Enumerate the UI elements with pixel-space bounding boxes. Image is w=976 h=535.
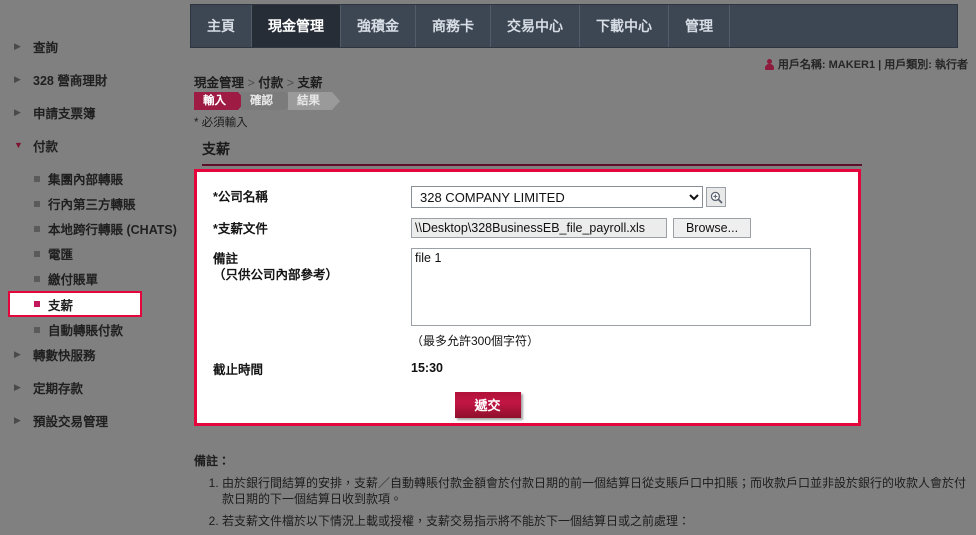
- user-info-text: 用戶名稱: MAKER1 | 用戶類別: 執行者: [777, 59, 968, 71]
- sidebar-item-bill-payment[interactable]: 繳付賬單: [0, 266, 190, 291]
- submit-row: 遞交: [197, 392, 858, 418]
- bullet-icon: [34, 250, 40, 257]
- company-lookup-button[interactable]: [706, 187, 726, 207]
- sidebar-item-label: 查詢: [33, 41, 59, 55]
- sidebar-item-label: 轉數快服務: [33, 349, 96, 363]
- sidebar-item-payment[interactable]: ▼ 付款: [0, 133, 190, 158]
- sidebar-item-intragroup-transfer[interactable]: 集團內部轉賬: [0, 166, 190, 191]
- tab-admin[interactable]: 管理: [669, 5, 730, 47]
- remark-label: 備註 （只供公司內部參考）: [213, 248, 411, 283]
- sidebar-item-label: 328 營商理財: [33, 74, 108, 88]
- bullet-icon: [34, 175, 40, 182]
- sidebar-item-label: 本地跨行轉賬 (CHATS): [48, 223, 177, 237]
- tab-transaction-centre[interactable]: 交易中心: [491, 5, 580, 47]
- footer-note-item: 若支薪文件檔於以下情況上載或授權，支薪交易指示將不能於下一個結算日或之前處理：: [222, 513, 972, 529]
- breadcrumb-separator: >: [283, 76, 298, 90]
- breadcrumb: 現金管理 > 付款 > 支薪: [194, 72, 323, 91]
- sidebar-item-apply-chequebook[interactable]: ▶ 申請支票簿: [0, 100, 190, 125]
- remark-label-sub: （只供公司內部參考）: [213, 268, 339, 282]
- step-result: 結果: [288, 92, 340, 110]
- remark-hint: （最多允許300個字符）: [411, 334, 540, 348]
- payroll-file-label: *支薪文件: [213, 222, 268, 236]
- sidebar-item-label: 申請支票簿: [33, 107, 96, 121]
- sidebar-item-label: 集團內部轉賬: [48, 173, 124, 187]
- sidebar-item-time-deposit[interactable]: ▶ 定期存款: [0, 375, 190, 400]
- required-field-note: * 必須輸入: [194, 117, 248, 129]
- cutoff-value: 15:30: [411, 361, 443, 375]
- sidebar-item-fps-service[interactable]: ▶ 轉數快服務: [0, 342, 190, 367]
- person-icon: [764, 58, 774, 70]
- bullet-icon: [34, 275, 40, 282]
- form-row-remark: 備註 （只供公司內部參考） （最多允許300個字符）: [197, 248, 858, 349]
- top-navigation-bar: 主頁 現金管理 強積金 商務卡 交易中心 下載中心 管理: [190, 4, 958, 48]
- sidebar-item-preset-transaction-management[interactable]: ▶ 預設交易管理: [0, 408, 190, 433]
- form-row-cutoff: 截止時間 15:30: [197, 359, 858, 378]
- payroll-file-input[interactable]: \\Desktop\328BusinessEB_file_payroll.xls: [411, 218, 667, 238]
- chevron-right-icon: ▶: [14, 349, 21, 359]
- step-indicator: 輸入 確認 結果: [194, 92, 340, 110]
- sidebar: ▶ 查詢 ▶ 328 營商理財 ▶ 申請支票簿 ▼ 付款 集團內部轉賬 行內第三…: [0, 0, 190, 530]
- breadcrumb-item-3: 支薪: [297, 76, 323, 90]
- step-input[interactable]: 輸入: [194, 92, 246, 110]
- form-row-company: *公司名稱 328 COMPANY LIMITED: [197, 186, 858, 208]
- footer-note-item: 由於銀行間結算的安排，支薪／自動轉賬付款金額會於付款日期的前一個結算日從支賬戶口…: [222, 475, 972, 507]
- tab-mpf[interactable]: 強積金: [341, 5, 416, 47]
- remark-label-main: 備註: [213, 252, 239, 266]
- chevron-right-icon: ▶: [14, 41, 21, 51]
- footer-notes: 備註： 由於銀行間結算的安排，支薪／自動轉賬付款金額會於付款日期的前一個結算日從…: [194, 452, 972, 535]
- sidebar-item-local-interbank-transfer-chats[interactable]: 本地跨行轉賬 (CHATS): [0, 216, 190, 241]
- company-label: *公司名稱: [213, 190, 268, 204]
- chevron-right-icon: ▶: [14, 415, 21, 425]
- footer-notes-title: 備註：: [194, 454, 231, 468]
- remark-value: （最多允許300個字符）: [411, 248, 858, 349]
- sidebar-item-label: 電匯: [48, 248, 74, 262]
- company-select[interactable]: 328 COMPANY LIMITED: [411, 186, 703, 208]
- page-title: 支薪: [202, 139, 862, 166]
- page-root: ▶ 查詢 ▶ 328 營商理財 ▶ 申請支票簿 ▼ 付款 集團內部轉賬 行內第三…: [0, 0, 976, 530]
- sidebar-item-label: 定期存款: [33, 382, 84, 396]
- company-value: 328 COMPANY LIMITED: [411, 186, 858, 208]
- bullet-icon: [34, 200, 40, 207]
- sidebar-item-inbank-third-party-transfer[interactable]: 行內第三方轉賬: [0, 191, 190, 216]
- submit-button[interactable]: 遞交: [454, 392, 521, 418]
- sidebar-item-label: 預設交易管理: [33, 415, 109, 429]
- tab-business-card[interactable]: 商務卡: [416, 5, 491, 47]
- form-row-payroll-file: *支薪文件 \\Desktop\328BusinessEB_file_payro…: [197, 218, 858, 238]
- breadcrumb-item-2[interactable]: 付款: [258, 76, 283, 90]
- sidebar-item-label: 支薪: [48, 298, 74, 313]
- sidebar-item-label: 行內第三方轉賬: [48, 198, 136, 212]
- step-confirm: 確認: [241, 92, 293, 110]
- bullet-icon: [34, 301, 40, 307]
- sidebar-item-label: 付款: [33, 140, 59, 154]
- chevron-down-icon: ▼: [14, 140, 23, 150]
- payroll-form-panel: *公司名稱 328 COMPANY LIMITED *支薪文件 \\Deskto…: [194, 169, 861, 426]
- user-info: 用戶名稱: MAKER1 | 用戶類別: 執行者: [764, 56, 968, 72]
- sidebar-item-label: 自動轉賬付款: [48, 324, 124, 338]
- browse-button[interactable]: Browse...: [673, 218, 751, 238]
- tab-bar-filler: [730, 5, 957, 47]
- cutoff-label: 截止時間: [213, 363, 264, 377]
- main-content: 主頁 現金管理 強積金 商務卡 交易中心 下載中心 管理 用戶名稱: MAKER…: [190, 0, 976, 530]
- sidebar-item-328-business-finance[interactable]: ▶ 328 營商理財: [0, 67, 190, 92]
- bullet-icon: [34, 326, 40, 333]
- breadcrumb-separator: >: [244, 76, 259, 90]
- bullet-icon: [34, 225, 40, 232]
- tab-home[interactable]: 主頁: [191, 5, 252, 47]
- payroll-file-value: \\Desktop\328BusinessEB_file_payroll.xls…: [411, 218, 858, 238]
- sidebar-item-payroll[interactable]: 支薪: [8, 291, 142, 317]
- sidebar-item-label: 繳付賬單: [48, 273, 99, 287]
- sidebar-item-enquiry[interactable]: ▶ 查詢: [0, 34, 190, 59]
- sidebar-item-autopay[interactable]: 自動轉賬付款: [0, 317, 190, 342]
- sidebar-item-telegraphic-transfer[interactable]: 電匯: [0, 241, 190, 266]
- footer-notes-list: 由於銀行間結算的安排，支薪／自動轉賬付款金額會於付款日期的前一個結算日從支賬戶口…: [194, 475, 972, 529]
- tab-cash-management[interactable]: 現金管理: [252, 5, 341, 47]
- chevron-right-icon: ▶: [14, 382, 21, 392]
- remark-textarea[interactable]: [411, 248, 811, 326]
- chevron-right-icon: ▶: [14, 107, 21, 117]
- breadcrumb-item-1[interactable]: 現金管理: [194, 76, 244, 90]
- chevron-right-icon: ▶: [14, 74, 21, 84]
- tab-download-centre[interactable]: 下載中心: [580, 5, 669, 47]
